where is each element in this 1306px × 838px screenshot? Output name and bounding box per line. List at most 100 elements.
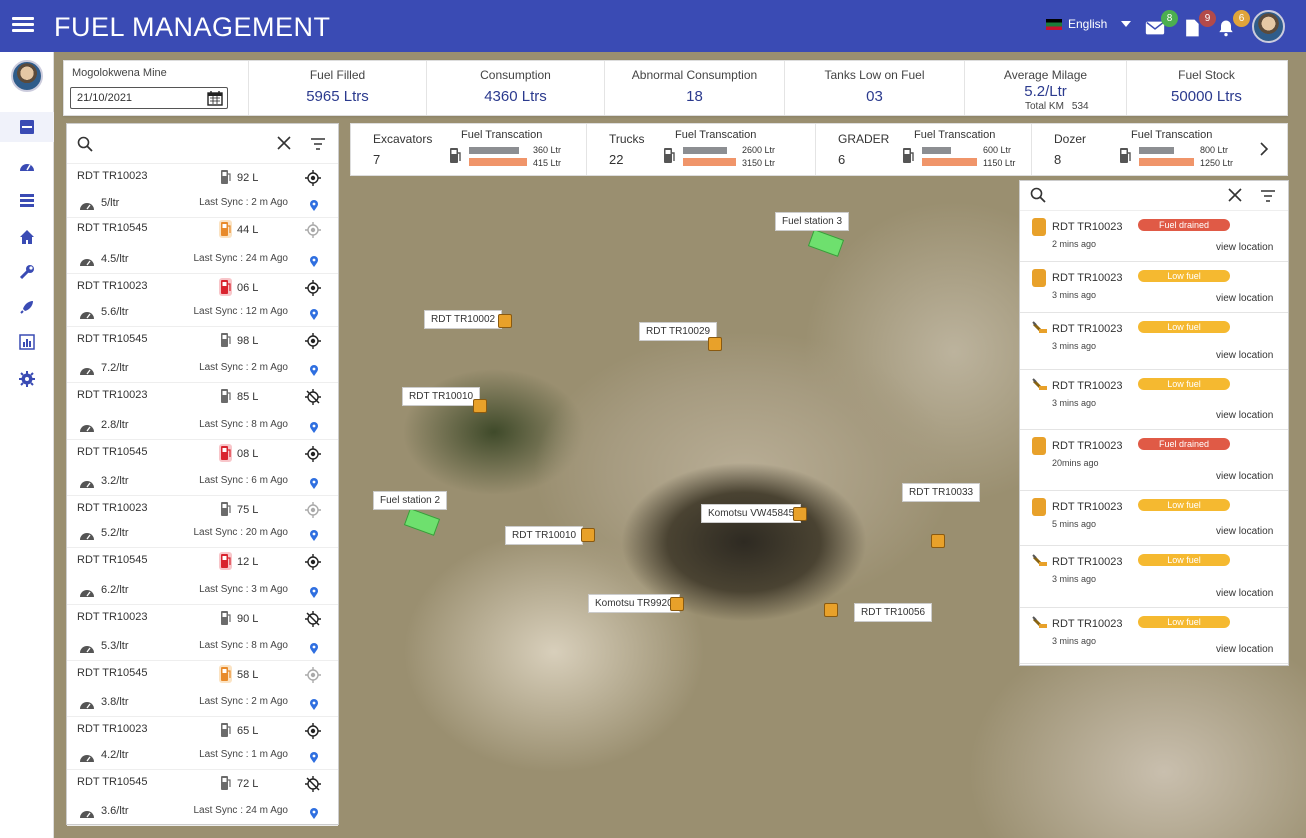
hamburger-menu-icon[interactable] [12,14,34,36]
view-location-link[interactable]: view location [1216,410,1273,421]
view-location-link[interactable]: view location [1216,293,1273,304]
alert-item[interactable]: RDT TR10023 3 mins ago Low fuel view locati… [1020,262,1288,313]
close-icon[interactable] [277,136,291,150]
user-avatar[interactable] [1252,10,1285,43]
gps-target-icon[interactable] [305,723,321,739]
total-km: Total KM 534 [1025,101,1089,112]
truck-marker-icon[interactable] [473,399,487,413]
truck-marker-icon[interactable] [581,528,595,542]
location-pin-icon[interactable] [310,585,318,598]
vehicle-list-item[interactable]: RDT TR10023 75 L 5.2/ltr Last Sync : 20 m A… [67,496,338,548]
search-icon[interactable] [77,136,93,152]
equipment-item[interactable]: Trucks 22 Fuel Transcation 2600 Ltr 3150 Ltr [587,124,816,175]
gps-target-icon[interactable] [305,667,321,683]
excavator-marker-icon[interactable] [670,597,684,611]
view-location-link[interactable]: view location [1216,242,1273,253]
equipment-item[interactable]: Excavators 7 Fuel Transcation 360 Ltr 415 Lt… [351,124,587,175]
vehicle-list-item[interactable]: RDT TR10545 72 L 3.6/ltr Last Sync : 24 m A… [67,770,338,826]
truck-marker-icon[interactable] [824,603,838,617]
mail-icon[interactable]: 8 [1144,10,1178,40]
equipment-summary-bar: Excavators 7 Fuel Transcation 360 Ltr 415 Lt… [350,123,1288,176]
truck-marker-icon[interactable] [708,337,722,351]
equipment-item[interactable]: GRADER 6 Fuel Transcation 600 Ltr 1150 Ltr [816,124,1032,175]
vehicle-list-item[interactable]: RDT TR10023 65 L 4.2/ltr Last Sync : 1 m Ag… [67,717,338,770]
total-km-value: 534 [1071,101,1089,112]
tanks-low-value: 03 [866,88,883,105]
map-marker-label: RDT TR10033 [902,483,981,502]
gps-target-icon[interactable] [305,502,321,518]
language-selector[interactable]: English [1046,17,1132,31]
alert-item[interactable]: RDT TR10023 3 mins ago Low fuel view locati… [1020,313,1288,370]
alert-item[interactable]: RDT TR10023 20mins ago Fuel drained view lo… [1020,430,1288,491]
location-pin-icon[interactable] [310,528,318,541]
gps-target-icon[interactable] [305,554,321,570]
filter-icon[interactable] [310,137,326,151]
gps-target-icon[interactable] [305,222,321,238]
location-pin-icon[interactable] [310,254,318,267]
search-icon[interactable] [1030,187,1046,203]
stack-icon[interactable] [0,185,54,215]
alert-item[interactable]: RDT TR10023 3 mins ago Low fuel view locati… [1020,608,1288,664]
view-location-link[interactable]: view location [1216,471,1273,482]
list-icon[interactable] [0,112,54,142]
location-pin-icon[interactable] [310,697,318,710]
location-pin-icon[interactable] [310,198,318,211]
location-pin-icon[interactable] [310,641,318,654]
vehicle-list-item[interactable]: RDT TR10545 12 L 6.2/ltr Last Sync : 3 m Ag… [67,548,338,605]
vehicle-list-item[interactable]: RDT TR10545 44 L 4.5/ltr Last Sync : 24 m A… [67,216,338,274]
gps-target-icon[interactable] [305,333,321,349]
document-icon[interactable]: 9 [1182,10,1216,40]
gps-target-icon[interactable] [305,446,321,462]
bar-chart-icon[interactable] [0,327,54,357]
truck-marker-icon[interactable] [498,314,512,328]
alert-item[interactable]: RDT TR10023 3 mins ago Low fuel view locati… [1020,546,1288,608]
gps-off-icon[interactable] [305,389,321,405]
calendar-icon[interactable] [207,90,223,106]
gps-off-icon[interactable] [305,776,321,792]
vehicle-list-item[interactable]: RDT TR10023 06 L 5.6/ltr Last Sync : 12 m A… [67,274,338,327]
view-location-link[interactable]: view location [1216,644,1273,655]
alert-item[interactable]: RDT TR10023 3 mins ago Low fuel view locati… [1020,370,1288,430]
view-location-link[interactable]: view location [1216,588,1273,599]
last-sync: Last Sync : 8 m Ago [199,640,288,651]
filled-value: 1150 Ltr [983,158,1016,168]
alert-item[interactable]: RDT TR10023 2 mins ago Fuel drained view lo… [1020,211,1288,262]
vehicle-list-item[interactable]: RDT TR10023 90 L 5.3/ltr Last Sync : 8 m Ag… [67,605,338,661]
bell-icon[interactable]: 6 [1216,10,1250,40]
vehicle-search-bar[interactable] [67,124,338,164]
home-icon[interactable] [0,222,54,252]
gear-icon[interactable] [0,364,54,394]
location-pin-icon[interactable] [310,307,318,320]
dashboard-gauge-icon[interactable] [0,152,54,182]
location-pin-icon[interactable] [310,420,318,433]
chevron-right-icon[interactable] [1259,142,1269,156]
equipment-item[interactable]: Dozer 8 Fuel Transcation 800 Ltr 1250 Ltr [1032,124,1247,175]
gps-target-icon[interactable] [305,280,321,296]
consumption-label: Consumption [480,68,551,82]
sidebar-avatar[interactable] [11,60,43,92]
close-icon[interactable] [1228,188,1242,202]
vehicle-list-item[interactable]: RDT TR10545 58 L 3.8/ltr Last Sync : 2 m Ag… [67,661,338,717]
location-pin-icon[interactable] [310,750,318,763]
vehicle-list-item[interactable]: RDT TR10023 92 L 5/ltr Last Sync : 2 m Ago [67,164,338,218]
rocket-icon[interactable] [0,292,54,322]
vehicle-list-item[interactable]: RDT TR10023 85 L 2.8/ltr Last Sync : 8 m Ag… [67,383,338,440]
fuel-pump-icon [663,147,676,165]
filter-icon[interactable] [1260,189,1276,203]
excavator-marker-icon[interactable] [793,507,807,521]
location-pin-icon[interactable] [310,363,318,376]
vehicle-list-item[interactable]: RDT TR10545 08 L 3.2/ltr Last Sync : 6 m Ag… [67,440,338,496]
date-field[interactable]: 21/10/2021 [70,87,228,109]
view-location-link[interactable]: view location [1216,350,1273,361]
location-pin-icon[interactable] [310,476,318,489]
gps-target-icon[interactable] [305,170,321,186]
alerts-search-bar[interactable] [1020,181,1288,211]
location-pin-icon[interactable] [310,806,318,819]
alert-vehicle-name: RDT TR10023 [1052,221,1123,233]
alert-item[interactable]: RDT TR10023 5 mins ago Low fuel view locati… [1020,491,1288,546]
wrench-icon[interactable] [0,257,54,287]
vehicle-list-item[interactable]: RDT TR10545 98 L 7.2/ltr Last Sync : 2 m Ag… [67,327,338,383]
truck-marker-icon[interactable] [931,534,945,548]
view-location-link[interactable]: view location [1216,526,1273,537]
gps-off-icon[interactable] [305,611,321,627]
